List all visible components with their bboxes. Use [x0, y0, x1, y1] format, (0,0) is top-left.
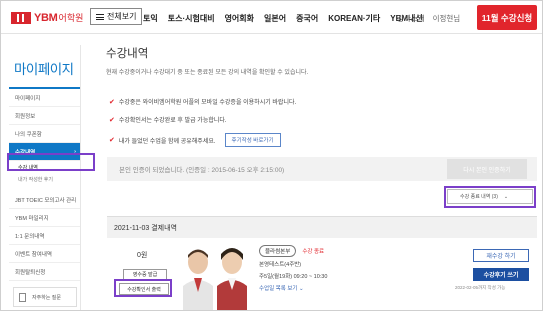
sidebar-item-withdraw[interactable]: 회원탈퇴신청 [9, 263, 80, 281]
class-dates-link[interactable]: 수업일 목록 보기 ⌄ [259, 284, 304, 292]
all-menu-label: 전체보기 [107, 12, 137, 21]
notice-item: ✔ 내가 들었던 수업을 함께 공유해주세요. 후기작성 바로가기 [109, 133, 281, 147]
logo[interactable]: YBM 어학원 [11, 11, 83, 24]
auth-bar: 본인 인증이 되었습니다. (인증일 : 2015-06-15 오후 2:15:… [107, 157, 537, 181]
status-badge: 수강 종료 [302, 249, 325, 255]
notice-text: 내가 들었던 수업을 함께 공유해주세요. [118, 138, 216, 145]
top-header: YBM 어학원 전체보기 토익 토스·시험대비 영어회화 일본어 중국어 KOR… [1, 1, 542, 34]
course-row: 0원 영수증 발급 수강확인서 출력 블라썸본부 수강 종료 본영테스트(4주반… [107, 238, 537, 310]
user-name-menu[interactable]: 이정현님 [433, 13, 461, 24]
teacher-image-2 [217, 248, 247, 310]
teacher-photo [181, 246, 251, 310]
retake-button[interactable]: 재수강 하기 [473, 249, 529, 262]
write-review-button[interactable]: 수강후기 쓰기 [473, 268, 529, 281]
sidebar-item-coupons[interactable]: 나의 쿠폰함 [9, 125, 80, 143]
sidebar-item-inquiry[interactable]: 1:1 문의내역 [9, 227, 80, 245]
faq-label: 자주하는 질문 [32, 294, 61, 301]
check-icon: ✔ [109, 98, 115, 106]
notice-item: ✔ 수강중은 와이비엠어학원 어플의 모바일 수강증을 이용하시기 바랍니다. [109, 97, 297, 107]
all-menu-button[interactable]: 전체보기 [90, 8, 143, 25]
nav-item[interactable]: 중국어 [296, 13, 318, 24]
sidebar-subitem-my-reviews[interactable]: 내가 작성한 후기 [9, 173, 80, 185]
chevron-down-icon: ⌄ [299, 286, 304, 292]
nav-item[interactable]: 토익 [143, 13, 158, 24]
logo-text: YBM [34, 11, 58, 24]
main-nav: 토익 토스·시험대비 영어회화 일본어 중국어 KOREAN·기타 YBM내신 [143, 13, 423, 24]
highlight-box [7, 153, 95, 171]
sidebar-item-events[interactable]: 이벤트 참여내역 [9, 245, 80, 263]
apply-button[interactable]: 11월 수강신청 [477, 5, 537, 30]
hamburger-icon [96, 13, 104, 20]
faq-box[interactable]: 자주하는 질문 [13, 287, 77, 307]
course-name: 본영테스트(4주반) [259, 262, 302, 268]
nav-item[interactable]: 일본어 [264, 13, 286, 24]
sidebar-title: 마이페이지 [9, 45, 80, 89]
nav-item[interactable]: 토스·시험대비 [168, 13, 215, 24]
class-dates-label: 수업일 목록 보기 [259, 286, 298, 292]
course-tag-row: 블라썸본부 수강 종료 [259, 245, 324, 257]
notice-text: 수강확인서는 수강완료 후 발급 가능합니다. [118, 118, 227, 124]
check-icon: ✔ [109, 116, 115, 124]
highlight-box [444, 186, 536, 208]
nav-item[interactable]: 영어회화 [225, 13, 254, 24]
sidebar-item-jbt[interactable]: JBT TOEIC 모의고사 관리 [9, 191, 80, 209]
logo-mark-icon [11, 11, 31, 24]
logo-sub: 어학원 [58, 13, 84, 23]
sidebar: 마이페이지 마이페이지 회원정보 나의 쿠폰함 수강내역 › 수강 내역 내가 … [9, 45, 81, 310]
course-schedule: 주5일(월19화) 09:20 ~ 10:30 [259, 274, 328, 280]
review-expire-note: 2022-02-05까지 작성 가능 [455, 285, 506, 290]
util-menu: 강사소개 이정현님 [397, 13, 460, 24]
notice-text: 수강중은 와이비엠어학원 어플의 모바일 수강증을 이용하시기 바랍니다. [118, 100, 297, 106]
notice-item: ✔ 수강확인서는 수강완료 후 발급 가능합니다. [109, 115, 227, 125]
sidebar-item-mypage[interactable]: 마이페이지 [9, 89, 80, 107]
page-title: 수강내역 [106, 48, 149, 60]
teacher-intro-link[interactable]: 강사소개 [397, 13, 425, 24]
sidebar-item-member-info[interactable]: 회원정보 [9, 107, 80, 125]
page-frame: YBM 어학원 전체보기 토익 토스·시험대비 영어회화 일본어 중국어 KOR… [0, 0, 543, 311]
review-shortcut-button[interactable]: 후기작성 바로가기 [224, 133, 281, 147]
auth-text: 본인 인증이 되었습니다. (인증일 : 2015-06-15 오후 2:15:… [119, 167, 285, 174]
reauth-button[interactable]: 다시 본인 인증하기 [447, 159, 527, 179]
teacher-image-1 [183, 249, 213, 310]
highlight-box [114, 279, 172, 297]
course-price: 0원 [137, 252, 148, 259]
page-description: 현재 수강중이거나 수강대기 중 또는 종료된 모든 강의 내역을 확인할 수 … [106, 70, 309, 76]
sidebar-item-mileage[interactable]: YBM 마일리지 [9, 209, 80, 227]
main-content: 수강내역 현재 수강중이거나 수강대기 중 또는 종료된 모든 강의 내역을 확… [99, 41, 539, 310]
branch-tag: 블라썸본부 [259, 245, 297, 257]
payment-header: 2021-11-03 결제내역 [107, 216, 537, 238]
document-icon [19, 292, 26, 302]
check-icon: ✔ [109, 137, 115, 144]
nav-item[interactable]: KOREAN·기타 [328, 13, 380, 24]
